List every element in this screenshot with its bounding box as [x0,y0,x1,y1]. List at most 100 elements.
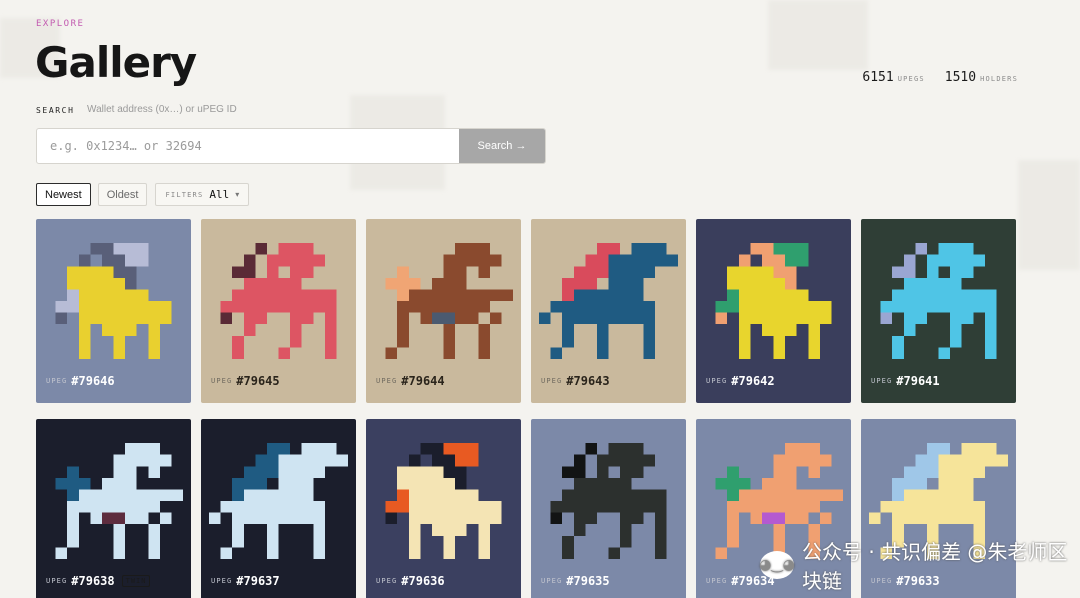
search-button[interactable]: Search → [459,129,545,163]
pixel [573,454,586,467]
pixel [290,312,302,325]
pixel [266,501,279,513]
pixel [408,501,421,513]
pixel [443,289,456,301]
pixel [761,501,774,513]
upeg-prefix: UPEG [376,577,398,585]
upeg-card[interactable]: UPEG #79636 [366,419,521,598]
filters-dropdown[interactable]: FILTERS All ▾ [155,183,250,206]
pixel [466,489,479,501]
upeg-id: #79637 [236,574,280,588]
pixel [915,501,927,513]
pixel [796,254,809,267]
pixel [290,477,302,490]
upeg-label: UPEG #79637 [211,574,280,588]
upeg-label: UPEG #79645 [211,374,280,388]
pixel [950,301,962,313]
pixel [973,289,985,301]
upeg-prefix: UPEG [211,577,233,585]
upeg-card[interactable]: UPEG #79635 [531,419,686,598]
pixel [313,454,325,467]
pixel [715,312,728,325]
pixel [101,243,114,255]
upeg-card[interactable]: UPEG #79646 [36,219,191,403]
pixel [408,489,421,501]
pixel [78,289,91,301]
pixel [903,277,916,290]
pixel [301,243,314,255]
sort-oldest-button[interactable]: Oldest [97,183,148,206]
pixel [67,524,79,536]
pixel [643,489,655,501]
pixel [903,266,916,278]
pixel [573,524,586,536]
pixel [397,277,409,290]
pixel [631,443,644,455]
pixel [643,312,655,325]
pixel [420,477,432,490]
upeg-card[interactable]: UPEG #79641 [861,219,1016,403]
pixel [301,512,314,525]
pixel [785,243,797,255]
upeg-card[interactable]: UPEG #79642 [696,219,851,403]
pixel [631,466,644,478]
pixel [125,477,137,490]
pixel [78,347,91,359]
pixel [489,289,502,301]
pixel [478,335,490,348]
pixel [950,466,962,478]
upeg-card[interactable]: UPEG #79637 [201,419,356,598]
pixel [727,266,739,278]
pixel [301,454,314,467]
pixel [101,312,114,325]
pixel [443,254,456,267]
upeg-id: #79646 [71,374,115,388]
pixel [950,277,962,290]
pixel [408,512,421,525]
pixel [78,277,91,290]
pixel [290,466,302,478]
pixel [608,277,621,290]
search-input[interactable] [37,129,459,163]
upeg-card[interactable]: UPEG #79644 [366,219,521,403]
pixel [938,277,951,290]
pixel [209,512,221,525]
pixel [466,254,479,267]
upeg-card[interactable]: UPEG #79645 [201,219,356,403]
pixel [301,443,314,455]
pixel [915,466,927,478]
pixel [973,443,985,455]
pixel [90,312,102,325]
pixel [608,243,621,255]
pixel [738,266,751,278]
pixel [278,454,291,467]
upeg-id: #79644 [401,374,445,388]
pixel [313,524,325,536]
sort-newest-button[interactable]: Newest [36,183,91,206]
pixel [67,489,79,501]
pixel [125,443,137,455]
upeg-card[interactable]: UPEG #79638 TWIN [36,419,191,598]
pixel [113,547,126,559]
pixel [78,266,91,278]
pixel [785,254,797,267]
pixel [573,289,586,301]
pixel [136,512,149,525]
pixel [761,243,774,255]
pixel-horse-image [385,243,513,359]
pixel [785,289,797,301]
pixel [67,301,79,313]
upeg-card[interactable]: UPEG #79643 [531,219,686,403]
pixel [573,501,586,513]
pixel [232,289,244,301]
pixel [761,312,774,325]
pixel [926,277,939,290]
pixel [278,301,291,313]
upeg-prefix: UPEG [46,377,68,385]
pixel [313,301,325,313]
stat-label: HOLDERS [980,75,1018,83]
pixel [738,501,751,513]
pixel [773,254,786,267]
pixel [431,466,444,478]
pixel [892,335,904,348]
